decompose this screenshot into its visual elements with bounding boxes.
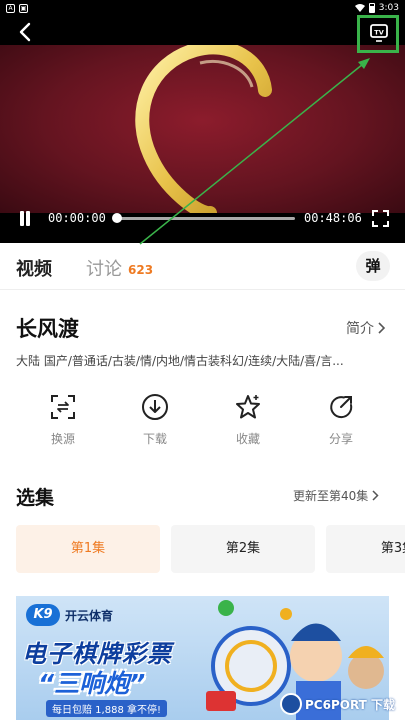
watermark-logo: PC6PORT 下载 — [280, 688, 405, 720]
total-time: 00:48:06 — [304, 211, 362, 225]
ad-logo-mark: K9 — [26, 604, 60, 626]
action-label: 收藏 — [235, 432, 260, 446]
back-arrow-icon[interactable] — [14, 20, 38, 44]
action-label: 换源 — [50, 432, 75, 446]
action-row: 换源 下载 收藏 分享 — [0, 393, 405, 455]
action-label: 下载 — [142, 432, 167, 446]
intro-label: 简介 — [346, 321, 374, 337]
danmu-toggle-button[interactable]: 弹 — [356, 251, 390, 281]
episode-item[interactable]: 第3集 — [326, 525, 405, 573]
show-title: 长风渡 — [16, 317, 79, 341]
action-label: 分享 — [328, 432, 353, 446]
ad-brand: 开云体育 — [65, 608, 114, 623]
player-controls: 00:00:00 00:48:06 — [0, 203, 405, 233]
wifi-icon — [354, 4, 365, 12]
status-bar: A ▣ 3:03 — [0, 0, 405, 16]
star-icon — [236, 395, 260, 419]
episodes-update-link[interactable]: 更新至第40集 — [293, 487, 379, 504]
switch-source-icon — [51, 395, 75, 419]
discuss-count-badge: 623 — [128, 263, 154, 277]
ad-tagline: 每日包赔 1,888 拿不停! — [46, 700, 167, 717]
svg-text:TV: TV — [374, 29, 383, 37]
notification-icon: A — [6, 3, 15, 13]
intro-link[interactable]: 简介 — [346, 318, 386, 338]
favorite-button[interactable]: 收藏 — [218, 393, 278, 447]
tab-discuss[interactable]: 讨论 — [86, 255, 122, 281]
tv-cast-icon[interactable]: TV — [364, 21, 394, 45]
episodes-list: 第1集 第2集 第3集 — [16, 525, 405, 573]
fullscreen-icon[interactable] — [372, 210, 389, 227]
switch-source-button[interactable]: 换源 — [33, 393, 93, 447]
battery-icon — [368, 3, 375, 13]
share-icon — [330, 396, 353, 419]
progress-knob[interactable] — [112, 213, 122, 223]
video-player[interactable]: A ▣ 3:03 TV 00:00:00 00:48:06 — [0, 0, 405, 243]
watermark-text: PC6PORT 下载 — [305, 697, 396, 712]
video-frame[interactable] — [0, 40, 405, 220]
tab-video[interactable]: 视频 — [16, 255, 52, 281]
status-time: 3:03 — [378, 3, 399, 13]
watermark-icon — [280, 693, 302, 715]
chevron-right-icon — [372, 490, 379, 501]
episodes-update-text: 更新至第40集 — [293, 489, 369, 503]
tab-bar: 视频 讨论 623 弹 — [0, 243, 405, 290]
show-tags: 大陆 国产/普通话/古装/情/内地/情古装科幻/连续/大陆/喜/言... — [16, 354, 344, 368]
episodes-title: 选集 — [16, 487, 55, 509]
current-time: 00:00:00 — [48, 211, 106, 225]
logo-swirl-graphic — [135, 40, 272, 220]
ad-logo: K9 开云体育 — [26, 604, 113, 626]
progress-bar[interactable] — [112, 213, 295, 223]
episode-item[interactable]: 第2集 — [171, 525, 315, 573]
notification-icon-2: ▣ — [19, 3, 28, 13]
ad-subheadline: “三响炮” — [38, 669, 146, 698]
chevron-right-icon — [378, 322, 386, 334]
episode-item[interactable]: 第1集 — [16, 525, 160, 573]
share-button[interactable]: 分享 — [311, 393, 371, 447]
download-button[interactable]: 下载 — [125, 393, 185, 447]
download-icon — [142, 394, 168, 420]
pause-icon[interactable] — [18, 211, 32, 226]
